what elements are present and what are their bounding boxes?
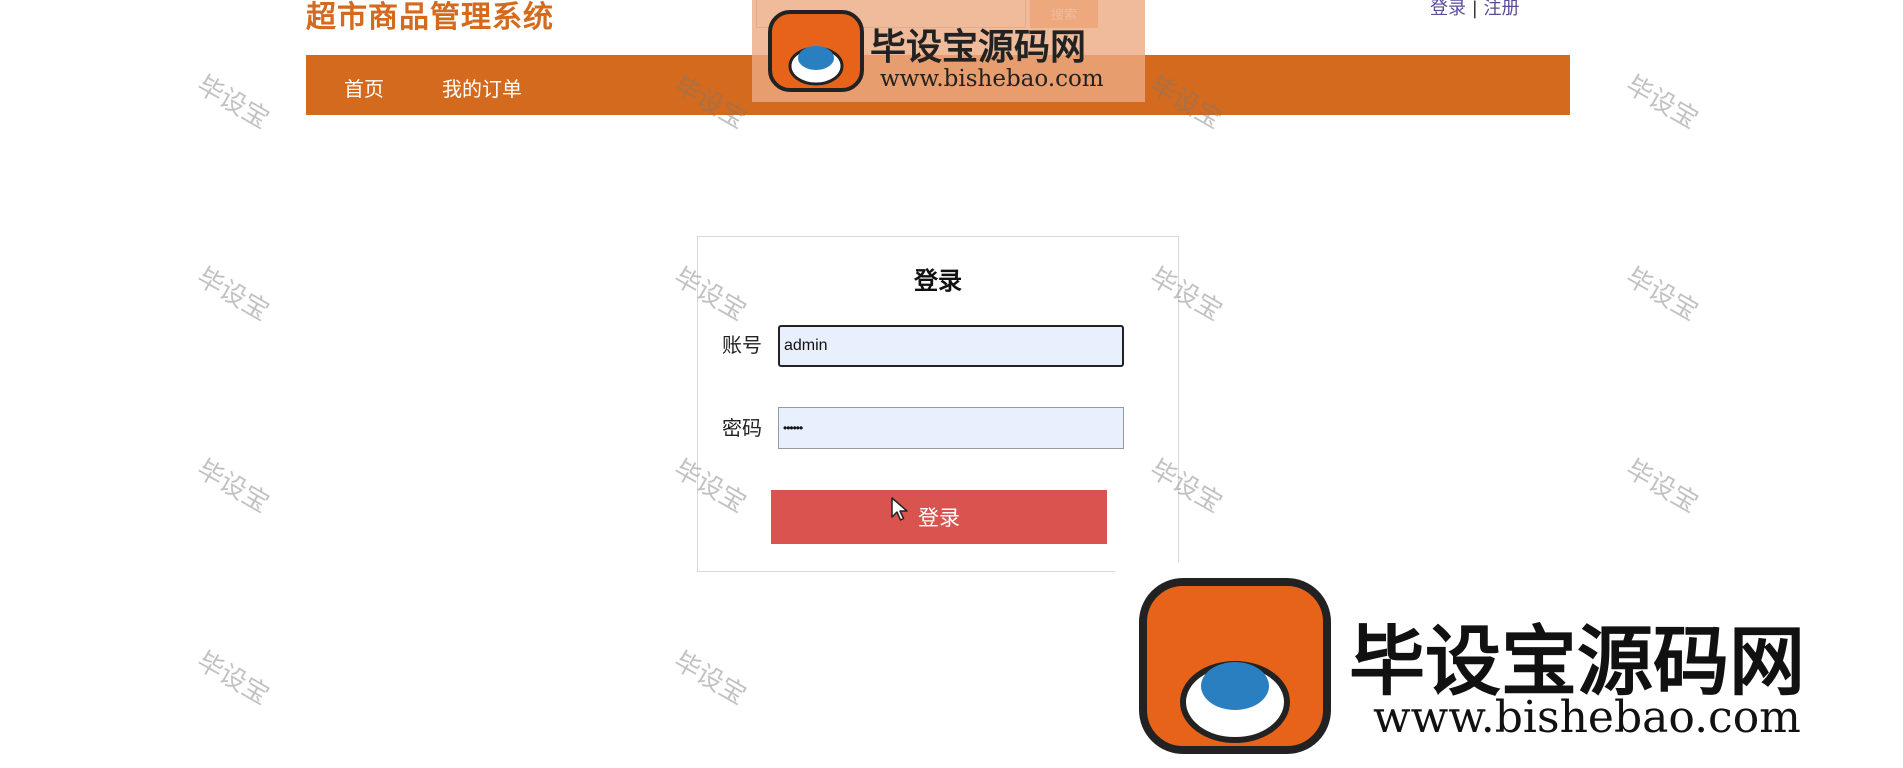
auth-links: 登录 | 注册: [1430, 0, 1520, 20]
nav-item-my-orders[interactable]: 我的订单: [442, 73, 522, 102]
login-link[interactable]: 登录: [1430, 0, 1466, 19]
register-link[interactable]: 注册: [1484, 0, 1520, 19]
auth-separator: |: [1471, 0, 1478, 19]
main-navbar: 首页 我的订单: [306, 55, 1570, 115]
mascot-logo-icon: [1139, 578, 1331, 754]
watermark-brand-large: 毕设宝源码网: [1349, 617, 1805, 706]
watermark-text: 毕设宝: [191, 646, 275, 712]
watermark-text: 毕设宝: [668, 646, 752, 712]
account-label: 账号: [722, 333, 762, 357]
login-heading: 登录: [914, 267, 962, 295]
watermark-text: 毕设宝: [191, 454, 275, 520]
watermark-logo-large: 毕设宝源码网 www.bishebao.com: [1115, 562, 1903, 768]
watermark-text: 毕设宝: [191, 262, 275, 328]
mouse-cursor-icon: [891, 497, 908, 521]
watermark-text: 毕设宝: [191, 70, 275, 136]
search-input[interactable]: [756, 0, 1026, 28]
search-button[interactable]: 搜索: [1030, 0, 1098, 28]
watermark-text: 毕设宝: [1620, 262, 1704, 328]
watermark-text: 毕设宝: [1620, 454, 1704, 520]
nav-item-home[interactable]: 首页: [344, 73, 384, 102]
password-field[interactable]: [778, 407, 1124, 449]
watermark-text: 毕设宝: [1620, 70, 1704, 136]
account-field[interactable]: [778, 325, 1124, 367]
watermark-url-large: www.bishebao.com: [1373, 692, 1801, 743]
site-title: 超市商品管理系统: [306, 0, 554, 35]
login-card: 登录 账号 密码 登录: [697, 236, 1179, 572]
password-label: 密码: [722, 416, 762, 440]
login-submit-button[interactable]: 登录: [771, 490, 1107, 544]
